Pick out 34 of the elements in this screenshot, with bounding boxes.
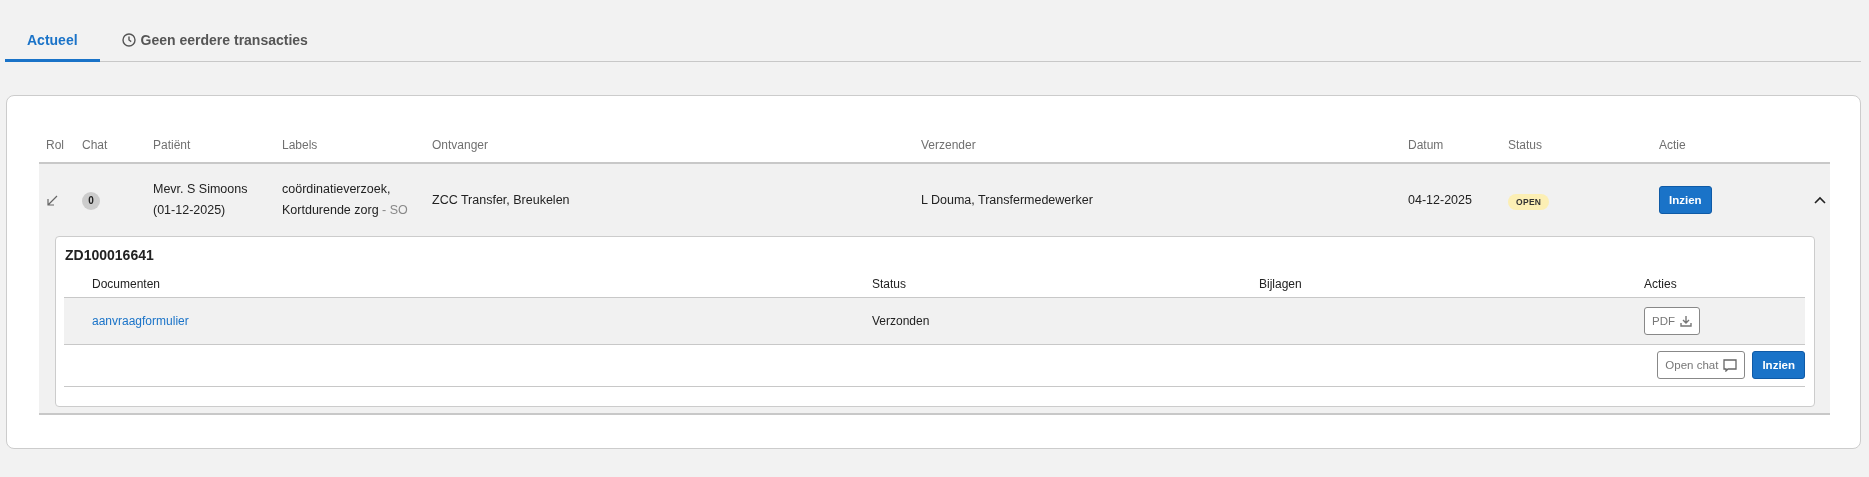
column-header: Bijlagen <box>1258 277 1303 291</box>
tab[interactable]: Actueel <box>5 20 100 62</box>
download-icon <box>1680 315 1692 327</box>
chat-count: 0 <box>82 191 100 210</box>
column-header: Rol <box>45 138 65 152</box>
view-button[interactable]: Inzien <box>1752 351 1805 379</box>
labels-cell-text: coördinatieverzoek, Kortdurende zorg - SO <box>281 181 409 219</box>
chat-icon <box>1723 358 1738 372</box>
tab[interactable]: Geen eerdere transacties <box>99 20 330 62</box>
date-cell-text: 04-12-2025 <box>1407 191 1473 209</box>
pdf-button[interactable]: PDF <box>1644 307 1700 335</box>
status-cell-text: Verzonden <box>871 314 931 328</box>
arrow-icon <box>46 193 59 207</box>
column-header: Status <box>1507 138 1544 152</box>
column-header: Ontvanger <box>431 138 490 152</box>
column-header: Actie <box>1658 138 1687 152</box>
table-cell-text: L Douma, Transfermedewerker <box>920 191 1094 209</box>
column-header: Datum <box>1407 138 1445 152</box>
column-header: Acties <box>1643 277 1678 291</box>
view-button[interactable]: Inzien <box>1659 186 1712 214</box>
column-header: Status <box>871 277 908 291</box>
column-header: Documenten <box>91 277 162 291</box>
column-header: Chat <box>81 138 109 152</box>
document-link[interactable]: aanvraagformulier <box>64 314 189 328</box>
open-chat-button[interactable]: Open chat <box>1657 351 1746 379</box>
column-header: Verzender <box>920 138 977 152</box>
status-badge: OPEN <box>1508 193 1550 210</box>
column-header: Labels <box>281 138 319 152</box>
clock-icon <box>121 32 136 47</box>
chevron-icon[interactable] <box>1814 196 1826 204</box>
table-cell-text: ZCC Transfer, Breukelen <box>431 191 571 209</box>
record-id: ZD100016641 <box>65 247 155 263</box>
patient-cell-text: Mevr. S Simoons (01-12-2025) <box>152 181 249 219</box>
column-header: Patiënt <box>152 138 192 152</box>
